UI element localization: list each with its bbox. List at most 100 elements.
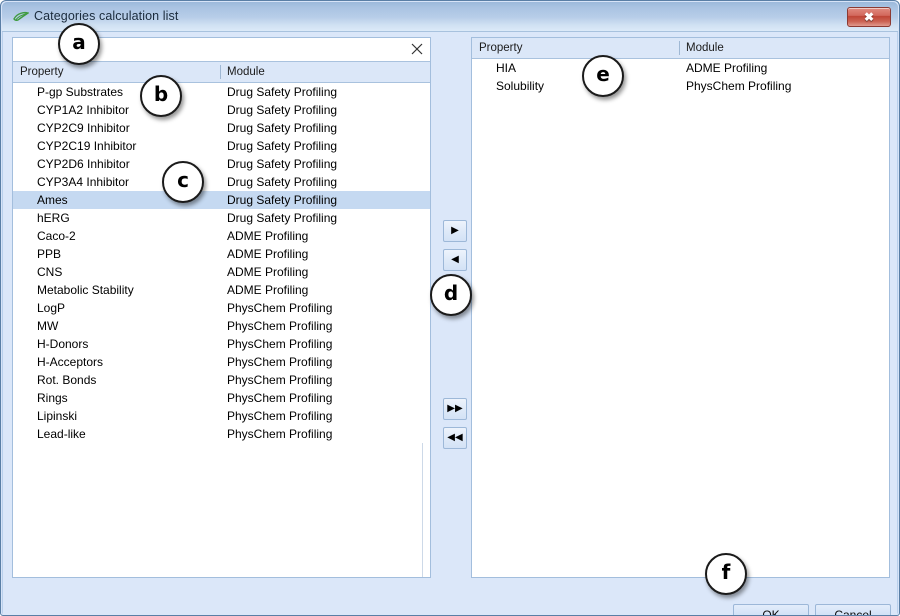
left-list-header: Property Module	[13, 62, 430, 83]
row-module: Drug Safety Profiling	[227, 211, 338, 225]
arrow-right-icon: ▶	[451, 225, 459, 236]
row-module: ADME Profiling	[227, 229, 309, 243]
row-property: LogP	[37, 301, 66, 315]
clear-x-icon[interactable]	[411, 43, 423, 55]
row-property: Solubility	[496, 79, 545, 93]
annotation-a: a	[58, 23, 100, 65]
row-module: Drug Safety Profiling	[227, 193, 338, 207]
table-row[interactable]: Lead-like PhysChem Profiling	[13, 425, 430, 443]
right-list-header: Property Module	[472, 38, 889, 59]
move-right-button[interactable]: ▶	[443, 220, 467, 242]
annotation-f: f	[705, 553, 747, 595]
row-module: PhysChem Profiling	[227, 337, 333, 351]
row-module: PhysChem Profiling	[227, 355, 333, 369]
move-all-left-button[interactable]: ◀◀	[443, 427, 467, 449]
row-property: CYP1A2 Inhibitor	[37, 103, 130, 117]
dialog-body: Property Module P-gp Substrates Drug Safe…	[3, 32, 897, 615]
row-property: Metabolic Stability	[37, 283, 134, 297]
row-module: ADME Profiling	[227, 283, 309, 297]
title-bar: Categories calculation list ✖	[2, 2, 898, 32]
row-module: PhysChem Profiling	[227, 427, 333, 441]
row-module: PhysChem Profiling	[227, 409, 333, 423]
row-module: PhysChem Profiling	[227, 391, 333, 405]
close-button[interactable]: ✖	[847, 7, 891, 27]
table-row[interactable]: CYP2C9 Inhibitor Drug Safety Profiling	[13, 119, 430, 137]
row-property: Lead-like	[37, 427, 86, 441]
row-property: PPB	[37, 247, 62, 261]
move-left-button[interactable]: ◀	[443, 249, 467, 271]
table-row[interactable]: CYP1A2 Inhibitor Drug Safety Profiling	[13, 101, 430, 119]
selected-properties-panel: Property Module HIA ADME Profiling Solubil…	[471, 37, 890, 578]
leaf-swoosh-icon	[13, 10, 30, 24]
table-row[interactable]: Metabolic Stability ADME Profiling	[13, 281, 430, 299]
row-module: Drug Safety Profiling	[227, 121, 338, 135]
row-module: ADME Profiling	[686, 61, 768, 75]
left-list-body: P-gp Substrates Drug Safety Profiling CYP1…	[13, 83, 430, 443]
table-row[interactable]: Rot. Bonds PhysChem Profiling	[13, 371, 430, 389]
row-property: CYP2D6 Inhibitor	[37, 157, 130, 171]
table-row[interactable]: Solubility PhysChem Profiling	[472, 77, 889, 95]
row-module: PhysChem Profiling	[227, 319, 333, 333]
column-separator	[220, 65, 221, 79]
available-properties-panel: Property Module P-gp Substrates Drug Safe…	[12, 37, 431, 578]
row-module: ADME Profiling	[227, 247, 309, 261]
row-module: Drug Safety Profiling	[227, 103, 338, 117]
row-module: PhysChem Profiling	[686, 79, 792, 93]
table-row[interactable]: H-Acceptors PhysChem Profiling	[13, 353, 430, 371]
row-module: Drug Safety Profiling	[227, 85, 338, 99]
row-property: Lipinski	[37, 409, 78, 423]
annotation-d: d	[430, 274, 472, 316]
row-property: HIA	[496, 61, 517, 75]
table-row[interactable]: hERG Drug Safety Profiling	[13, 209, 430, 227]
row-property: Caco-2	[37, 229, 76, 243]
window-title: Categories calculation list	[34, 9, 179, 23]
table-row[interactable]: CYP2D6 Inhibitor Drug Safety Profiling	[13, 155, 430, 173]
double-arrow-left-icon: ◀◀	[447, 432, 463, 443]
table-row[interactable]: H-Donors PhysChem Profiling	[13, 335, 430, 353]
row-property: Ames	[37, 193, 68, 207]
table-row[interactable]: LogP PhysChem Profiling	[13, 299, 430, 317]
table-row[interactable]: CNS ADME Profiling	[13, 263, 430, 281]
row-module: Drug Safety Profiling	[227, 157, 338, 171]
row-property: Rings	[37, 391, 68, 405]
categories-calculation-list-dialog: Categories calculation list ✖ Property M…	[0, 0, 900, 616]
row-property: CYP2C9 Inhibitor	[37, 121, 130, 135]
table-row[interactable]: P-gp Substrates Drug Safety Profiling	[13, 83, 430, 101]
row-property: P-gp Substrates	[37, 85, 124, 99]
right-list-body: HIA ADME Profiling Solubility PhysChem Prof…	[472, 59, 889, 95]
row-property: hERG	[37, 211, 70, 225]
row-property: CNS	[37, 265, 63, 279]
left-column-header-module: Module	[227, 66, 265, 78]
table-row[interactable]: HIA ADME Profiling	[472, 59, 889, 77]
double-arrow-right-icon: ▶▶	[447, 403, 463, 414]
row-property: CYP3A4 Inhibitor	[37, 175, 130, 189]
table-row[interactable]: CYP3A4 Inhibitor Drug Safety Profiling	[13, 173, 430, 191]
annotation-b: b	[140, 75, 182, 117]
table-row[interactable]: CYP2C19 Inhibitor Drug Safety Profiling	[13, 137, 430, 155]
table-row[interactable]: Ames Drug Safety Profiling	[13, 191, 430, 209]
row-property: CYP2C19 Inhibitor	[37, 139, 137, 153]
row-module: Drug Safety Profiling	[227, 139, 338, 153]
annotation-e: e	[582, 55, 624, 97]
row-module: PhysChem Profiling	[227, 301, 333, 315]
row-property: MW	[37, 319, 59, 333]
row-module: PhysChem Profiling	[227, 373, 333, 387]
annotation-c: c	[162, 161, 204, 203]
row-module: ADME Profiling	[227, 265, 309, 279]
cancel-button[interactable]: Cancel	[815, 604, 891, 615]
row-property: Rot. Bonds	[37, 373, 97, 387]
table-row[interactable]: PPB ADME Profiling	[13, 245, 430, 263]
right-column-header-module: Module	[686, 42, 724, 54]
table-row[interactable]: MW PhysChem Profiling	[13, 317, 430, 335]
ok-button[interactable]: OK	[733, 604, 809, 615]
table-row[interactable]: Rings PhysChem Profiling	[13, 389, 430, 407]
close-icon: ✖	[863, 10, 875, 24]
move-all-right-button[interactable]: ▶▶	[443, 398, 467, 420]
right-column-header-property: Property	[479, 42, 523, 54]
arrow-left-icon: ◀	[451, 254, 459, 265]
row-property: H-Donors	[37, 337, 89, 351]
row-property: H-Acceptors	[37, 355, 104, 369]
column-separator	[679, 41, 680, 55]
table-row[interactable]: Caco-2 ADME Profiling	[13, 227, 430, 245]
table-row[interactable]: Lipinski PhysChem Profiling	[13, 407, 430, 425]
